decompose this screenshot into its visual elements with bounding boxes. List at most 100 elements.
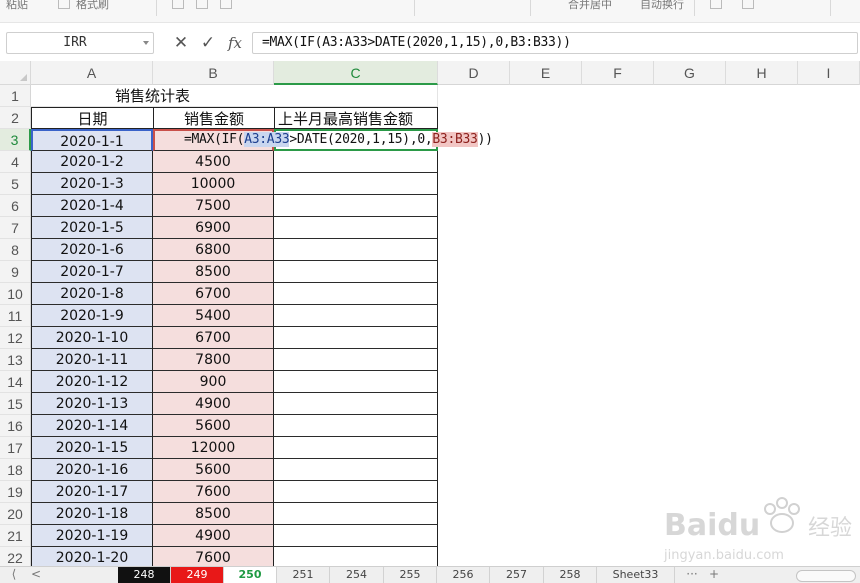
font-bold-icon[interactable]	[172, 0, 184, 9]
sales-cell[interactable]: 10000	[153, 173, 274, 195]
sales-cell[interactable]: 6700	[153, 283, 274, 305]
row-header-9[interactable]: 9	[0, 261, 31, 283]
underline-icon[interactable]	[220, 0, 232, 9]
percent-icon[interactable]	[742, 0, 754, 9]
max-sales-cell[interactable]	[274, 305, 438, 327]
row-header-18[interactable]: 18	[0, 459, 31, 481]
date-cell[interactable]: 2020-1-18	[31, 503, 153, 525]
chevron-down-icon[interactable]	[143, 41, 149, 45]
max-sales-cell[interactable]	[274, 393, 438, 415]
sheet-tab-251[interactable]: 251	[277, 567, 330, 583]
sheet-tab-250[interactable]: 250	[224, 567, 277, 583]
row-header-15[interactable]: 15	[0, 393, 31, 415]
max-sales-cell[interactable]	[274, 217, 438, 239]
max-sales-cell[interactable]	[274, 481, 438, 503]
column-header-e[interactable]: E	[510, 61, 582, 85]
row-header-20[interactable]: 20	[0, 503, 31, 525]
row-header-14[interactable]: 14	[0, 371, 31, 393]
column-header-h[interactable]: H	[726, 61, 798, 85]
sales-cell[interactable]: 8500	[153, 261, 274, 283]
more-sheets-icon[interactable]: ···	[680, 567, 704, 583]
sales-cell[interactable]: 7500	[153, 195, 274, 217]
sales-cell[interactable]: 7800	[153, 349, 274, 371]
date-cell[interactable]: 2020-1-10	[31, 327, 153, 349]
sheet-tab-sheet33[interactable]: Sheet33	[597, 567, 675, 583]
first-sheet-nav-icon[interactable]: ⟨	[6, 567, 22, 583]
sheet-tab-248[interactable]: 248	[118, 567, 171, 583]
date-cell[interactable]: 2020-1-1	[31, 129, 153, 151]
row-header-3[interactable]: 3	[0, 129, 31, 151]
date-cell[interactable]: 2020-1-13	[31, 393, 153, 415]
date-cell[interactable]: 2020-1-11	[31, 349, 153, 371]
max-sales-cell[interactable]	[274, 459, 438, 481]
prev-sheet-nav-icon[interactable]: <	[28, 567, 44, 583]
column-header-b[interactable]: B	[153, 61, 274, 85]
sheet-tab-258[interactable]: 258	[544, 567, 597, 583]
sales-cell[interactable]: 6700	[153, 327, 274, 349]
row-header-17[interactable]: 17	[0, 437, 31, 459]
title-cell[interactable]: 销售统计表	[31, 85, 274, 107]
row-header-10[interactable]: 10	[0, 283, 31, 305]
format-painter-button[interactable]: 格式刷	[76, 0, 109, 14]
max-sales-cell[interactable]	[274, 437, 438, 459]
sales-cell[interactable]: 5600	[153, 415, 274, 437]
row-header-19[interactable]: 19	[0, 481, 31, 503]
max-sales-cell[interactable]	[274, 503, 438, 525]
formula-input[interactable]: =MAX(IF(A3:A33>DATE(2020,1,15),0,B3:B33)…	[252, 32, 858, 54]
sales-cell[interactable]: 8500	[153, 503, 274, 525]
sales-cell[interactable]: 5400	[153, 305, 274, 327]
column-header-c[interactable]: C	[274, 61, 438, 85]
sales-cell[interactable]: 4900	[153, 525, 274, 547]
max-sales-cell[interactable]	[274, 173, 438, 195]
row-header-12[interactable]: 12	[0, 327, 31, 349]
row-header-2[interactable]: 2	[0, 107, 31, 129]
date-cell[interactable]: 2020-1-17	[31, 481, 153, 503]
date-cell[interactable]: 2020-1-14	[31, 415, 153, 437]
column-header-g[interactable]: G	[654, 61, 726, 85]
date-cell[interactable]: 2020-1-8	[31, 283, 153, 305]
sheet-tab-256[interactable]: 256	[437, 567, 490, 583]
max-sales-cell[interactable]	[274, 371, 438, 393]
max-sales-cell[interactable]	[274, 415, 438, 437]
row-header-16[interactable]: 16	[0, 415, 31, 437]
header-sales[interactable]: 销售金额	[153, 107, 274, 129]
row-header-5[interactable]: 5	[0, 173, 31, 195]
sheet-tab-254[interactable]: 254	[330, 567, 384, 583]
sales-cell[interactable]: 6800	[153, 239, 274, 261]
date-cell[interactable]: 2020-1-12	[31, 371, 153, 393]
sheet-tab-255[interactable]: 255	[384, 567, 437, 583]
add-sheet-icon[interactable]: +	[706, 567, 722, 583]
max-sales-cell[interactable]	[274, 195, 438, 217]
row-header-7[interactable]: 7	[0, 217, 31, 239]
horizontal-scrollbar[interactable]	[796, 570, 856, 582]
sales-cell[interactable]: 12000	[153, 437, 274, 459]
row-header-8[interactable]: 8	[0, 239, 31, 261]
column-header-f[interactable]: F	[582, 61, 654, 85]
max-sales-cell[interactable]	[274, 151, 438, 173]
cancel-icon[interactable]: ✕	[170, 32, 192, 54]
max-sales-cell[interactable]	[274, 525, 438, 547]
row-header-6[interactable]: 6	[0, 195, 31, 217]
date-cell[interactable]: 2020-1-15	[31, 437, 153, 459]
column-header-d[interactable]: D	[438, 61, 510, 85]
date-cell[interactable]: 2020-1-4	[31, 195, 153, 217]
max-sales-cell[interactable]	[274, 283, 438, 305]
sales-cell[interactable]: 4900	[153, 393, 274, 415]
date-cell[interactable]: 2020-1-6	[31, 239, 153, 261]
cell-c1[interactable]	[274, 85, 438, 107]
max-sales-cell[interactable]	[274, 349, 438, 371]
sales-cell[interactable]: 6900	[153, 217, 274, 239]
date-cell[interactable]: 2020-1-2	[31, 151, 153, 173]
max-sales-cell[interactable]	[274, 261, 438, 283]
header-max-sales[interactable]: 上半月最高销售金额	[274, 107, 438, 129]
header-date[interactable]: 日期	[31, 107, 153, 129]
max-sales-cell[interactable]	[274, 327, 438, 349]
wrap-text-button[interactable]: 自动换行	[640, 0, 684, 14]
insert-function-icon[interactable]: fx	[224, 32, 246, 54]
sheet-tab-249[interactable]: 249	[171, 567, 224, 583]
format-painter-icon[interactable]	[58, 0, 70, 9]
date-cell[interactable]: 2020-1-19	[31, 525, 153, 547]
date-cell[interactable]: 2020-1-5	[31, 217, 153, 239]
date-cell[interactable]: 2020-1-3	[31, 173, 153, 195]
paste-button[interactable]: 粘贴	[6, 0, 28, 14]
